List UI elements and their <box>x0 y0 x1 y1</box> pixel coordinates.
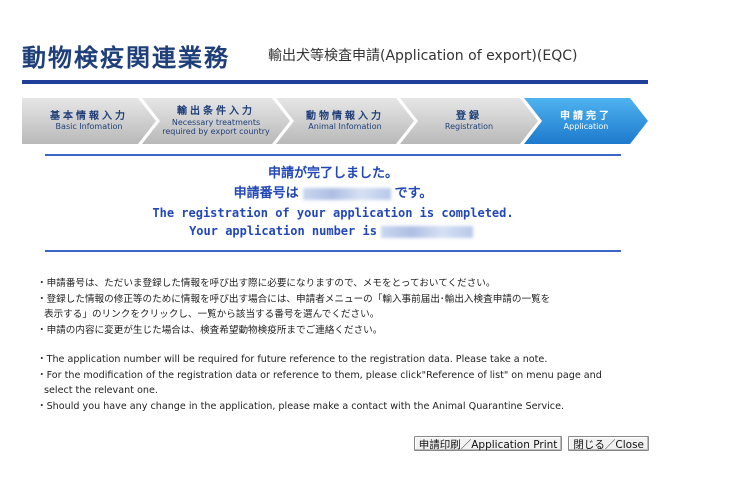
note-line: select the relevant one. <box>44 385 158 396</box>
result-top-rule <box>45 154 621 156</box>
completed-message-en: The registration of your application is … <box>152 206 514 220</box>
print-application-button[interactable]: 申請印刷／Application Print <box>413 436 563 451</box>
step-animal-information: 動物情報入力 Animal Infomation <box>276 98 414 144</box>
action-buttons: 申請印刷／Application Print 閉じる／Close <box>413 436 649 451</box>
close-button[interactable]: 閉じる／Close <box>568 436 649 451</box>
page-title: 動物検疫関連業務 <box>22 44 230 72</box>
step-application-complete: 申請完了 Application <box>524 98 648 144</box>
note-line: 表示する」のリンクをクリックし、一覧から該当する番号を選んでください。 <box>44 309 380 320</box>
header-divider <box>22 80 648 84</box>
number-prefix-jp: 申請番号は <box>233 186 299 201</box>
note-line: ・The application number will be required… <box>37 354 548 365</box>
step-label-en: Application <box>563 122 609 132</box>
step-label-en: Necessary treatments required by export … <box>162 117 270 136</box>
step-label-en: Registration <box>444 122 494 132</box>
step-label-en: Basic Infomation <box>55 122 123 132</box>
note-line: ・Should you have any change in the appli… <box>37 400 565 412</box>
number-prefix-en: Your application number is <box>189 224 377 238</box>
completed-message-jp: 申請が完了しました。 <box>267 166 398 181</box>
note-line: ・登録した情報の修正等のために情報を呼び出す場合には、申請者メニューの「輸入事前… <box>37 293 551 305</box>
application-number-line-jp: 申請番号は です。 <box>45 182 621 204</box>
note-line: ・申請の内容に変更が生じた場合は、検査希望動物検疫所までご連絡ください。 <box>37 324 383 336</box>
step-necessary-treatments: 輸出条件入力 Necessary treatments required by … <box>142 98 290 144</box>
page-subtitle: 輸出犬等検査申請(Application of export)(EQC) <box>268 48 578 64</box>
completion-message: 申請が完了しました。 申請番号は です。 The registration of … <box>45 162 621 242</box>
notes-japanese: ・申請番号は、ただいま登録した情報を呼び出す際に必要になりますので、メモをとって… <box>37 276 657 338</box>
step-label-jp: 基本情報入力 <box>50 110 128 122</box>
note-line: ・申請番号は、ただいま登録した情報を呼び出す際に必要になりますので、メモをとって… <box>37 278 496 289</box>
progress-steps: 基本情報入力 Basic Infomation 輸出条件入力 Necessary… <box>22 98 648 144</box>
notes-english: ・The application number will be required… <box>37 352 657 414</box>
step-label-jp: 申請完了 <box>560 110 612 122</box>
step-label-jp: 登録 <box>456 110 482 122</box>
redacted-application-number <box>302 187 391 200</box>
redacted-application-number <box>380 225 473 238</box>
note-line: ・For the modification of the registratio… <box>37 369 602 381</box>
result-bottom-rule <box>45 250 621 252</box>
step-label-jp: 動物情報入力 <box>306 110 384 122</box>
step-registration: 登録 Registration <box>400 98 538 144</box>
step-label-jp: 輸出条件入力 <box>177 106 255 118</box>
number-suffix-jp: です。 <box>394 186 433 201</box>
application-number-line-en: Your application number is <box>45 224 621 242</box>
step-label-en: Animal Infomation <box>308 122 382 132</box>
step-basic-information: 基本情報入力 Basic Infomation <box>22 98 156 144</box>
